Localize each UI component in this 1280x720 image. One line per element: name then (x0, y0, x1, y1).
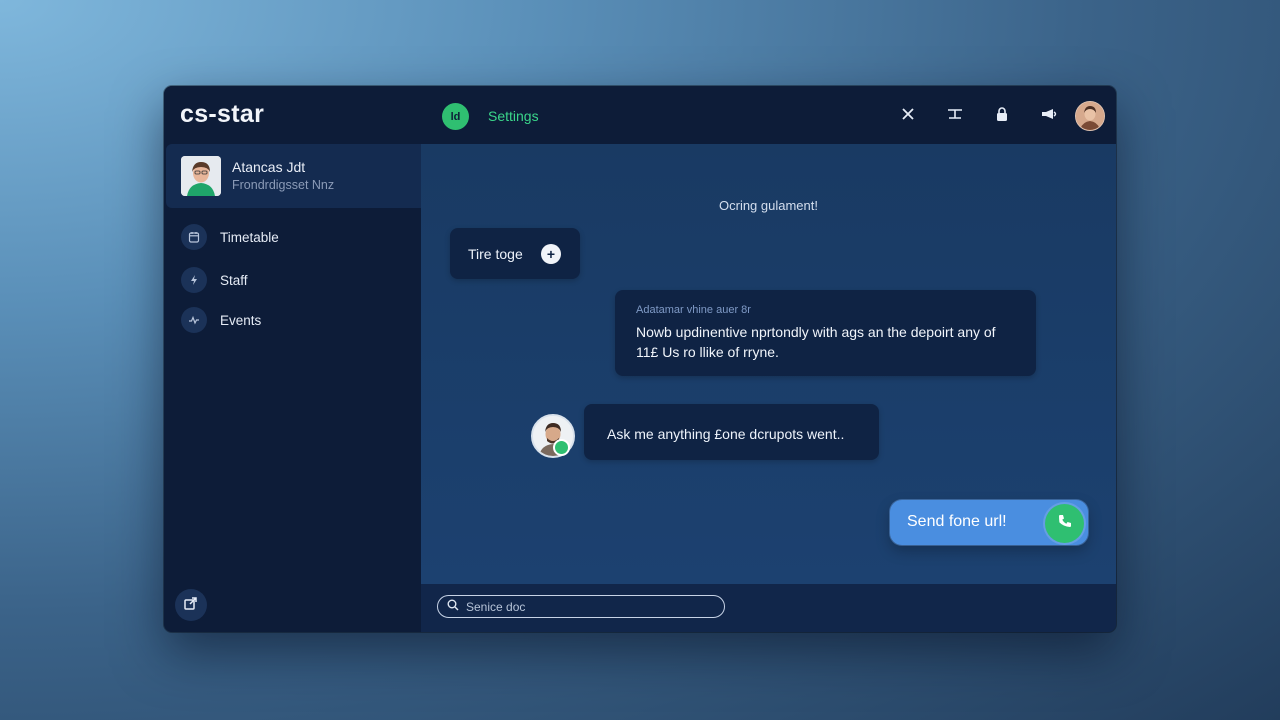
share-button[interactable] (175, 589, 207, 621)
announce-button[interactable] (1036, 103, 1062, 129)
send-button-label: Send fone url! (907, 513, 1007, 530)
megaphone-icon (1040, 107, 1058, 126)
message-text: Ask me anything £one dcrupots went.. (607, 426, 845, 442)
search-input[interactable] (464, 598, 708, 615)
close-button[interactable] (895, 103, 921, 129)
close-icon (901, 107, 915, 126)
app-logo: cs-star (180, 100, 265, 128)
search-box (437, 595, 725, 618)
share-icon (183, 595, 199, 616)
text-cursor-icon (947, 107, 963, 126)
sidebar-item-events[interactable]: Events (181, 307, 261, 333)
message-bubble: Adatamar vhine auer 8r Nowb updinentive … (615, 290, 1036, 376)
sidebar: cs-star Atancas Jdt Frondrdigsset Nnz Ti… (164, 86, 421, 632)
profile-card[interactable]: Atancas Jdt Frondrdigsset Nnz (166, 144, 421, 208)
online-status-indicator (553, 439, 570, 456)
profile-avatar (181, 156, 221, 196)
sidebar-item-timetable[interactable]: Timetable (181, 224, 279, 250)
sidebar-item-label: Timetable (220, 229, 279, 245)
composer-bar (421, 584, 1116, 632)
sidebar-item-staff[interactable]: Staff (181, 267, 248, 293)
profile-subtitle: Frondrdigsset Nnz (232, 178, 335, 192)
profile-name: Atancas Jdt (232, 159, 306, 175)
search-icon (447, 598, 459, 616)
message-text: Tire toge (468, 246, 523, 262)
app-window: cs-star Atancas Jdt Frondrdigsset Nnz Ti… (164, 86, 1116, 632)
text-format-button[interactable] (942, 103, 968, 129)
settings-icon-glyph: ld (450, 110, 461, 123)
settings-tab[interactable]: Settings (488, 108, 539, 124)
sidebar-item-label: Staff (220, 272, 248, 288)
plus-icon: + (546, 246, 556, 262)
settings-icon[interactable]: ld (442, 103, 469, 130)
bolt-icon (181, 267, 207, 293)
message-bubble: Tire toge + (450, 228, 580, 279)
lock-icon (996, 106, 1008, 126)
message-bubble: Ask me anything £one dcrupots went.. (584, 404, 879, 460)
add-reaction-button[interactable]: + (541, 244, 561, 264)
calendar-icon (181, 224, 207, 250)
phone-icon (1057, 513, 1073, 534)
system-message: Ocring gulament! (719, 198, 818, 213)
user-avatar[interactable] (1075, 101, 1105, 131)
sidebar-item-label: Events (220, 312, 262, 328)
call-button[interactable] (1045, 504, 1084, 543)
header-bar: ld Settings (421, 86, 1116, 144)
activity-icon (181, 307, 207, 333)
chat-panel: Ocring gulament! Tire toge + Adatamar vh… (421, 144, 1116, 584)
lock-button[interactable] (989, 103, 1015, 129)
message-meta: Adatamar vhine auer 8r (636, 304, 751, 316)
message-text: Nowb updinentive nprtondly with ags an t… (636, 324, 996, 360)
